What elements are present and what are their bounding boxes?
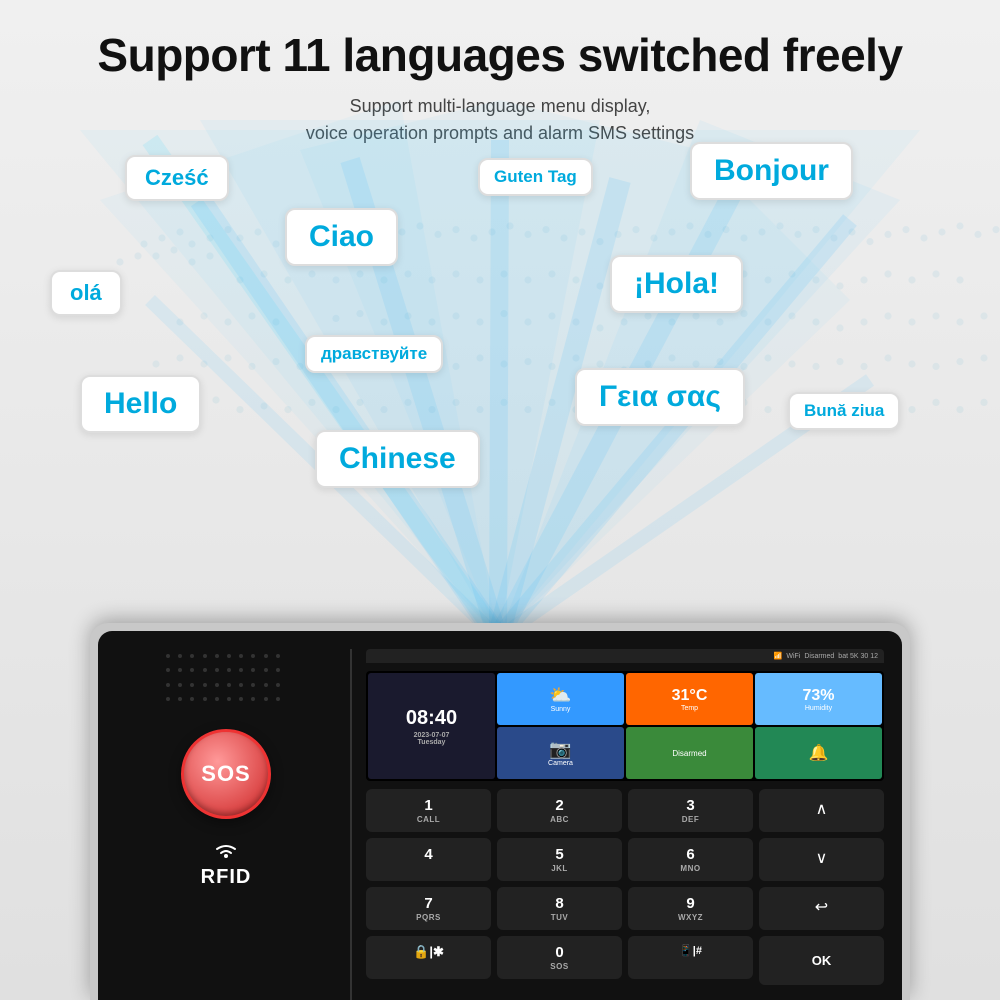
key-4[interactable]: 4 bbox=[366, 838, 491, 881]
screen-disarmed-tile: Disarmed bbox=[626, 727, 753, 779]
key-hash[interactable]: 📱|# bbox=[628, 936, 753, 979]
bubble-zdravstvuyte: дравствуйте bbox=[305, 335, 443, 373]
key-5[interactable]: 5JKL bbox=[497, 838, 622, 881]
key-2[interactable]: 2ABC bbox=[497, 789, 622, 832]
key-7[interactable]: 7PQRS bbox=[366, 887, 491, 930]
bubble-buna-ziua: Bună ziua bbox=[788, 392, 900, 430]
key-9[interactable]: 9WXYZ bbox=[628, 887, 753, 930]
bubble-chinese: Chinese bbox=[315, 430, 480, 488]
middle-panel: 📶 WiFi Disarmed bat 5K 30 12 08:40 2023-… bbox=[366, 649, 884, 1000]
left-panel: // Generate speaker dots via JS after DO… bbox=[116, 649, 336, 909]
screen-alarm-tile: 🔔 bbox=[755, 727, 882, 779]
rfid-text: RFID bbox=[201, 866, 252, 889]
key-lock[interactable]: 🔒|✱ bbox=[366, 936, 491, 979]
screen-temp-tile: 31°C Temp bbox=[626, 673, 753, 725]
key-nav-down[interactable]: ∨ bbox=[759, 838, 884, 881]
key-0[interactable]: 0SOS bbox=[497, 936, 622, 979]
keypad: 1CALL 2ABC 3DEF ∧ 4 bbox=[366, 789, 884, 1000]
screen-humidity-tile: 73% Humidity bbox=[755, 673, 882, 725]
bubble-ciao: Ciao bbox=[285, 208, 398, 266]
bubbles-area: Cześć Ciao Guten Tag Bonjour olá ¡Hola! … bbox=[0, 120, 1000, 620]
bubble-hola: ¡Hola! bbox=[610, 255, 743, 313]
bubble-bonjour: Bonjour bbox=[690, 142, 853, 200]
bubble-guten-tag: Guten Tag bbox=[478, 158, 593, 196]
device-inner: // Generate speaker dots via JS after DO… bbox=[98, 631, 902, 1000]
screen-weather-tile: ⛅ Sunny bbox=[497, 673, 624, 725]
key-ok[interactable]: OK bbox=[759, 936, 884, 985]
bubble-geia-sas: Γεια σας bbox=[575, 368, 745, 426]
page-container: Support 11 languages switched freely Sup… bbox=[0, 0, 1000, 1000]
screen-status-bar: 📶 WiFi Disarmed bat 5K 30 12 bbox=[366, 649, 884, 663]
device-container: // Generate speaker dots via JS after DO… bbox=[90, 623, 910, 1000]
key-1[interactable]: 1CALL bbox=[366, 789, 491, 832]
key-3[interactable]: 3DEF bbox=[628, 789, 753, 832]
panel-divider bbox=[350, 649, 352, 1000]
key-back[interactable]: ↩ bbox=[759, 887, 884, 930]
screen-time-tile: 08:40 2023-07-07 Tuesday bbox=[368, 673, 495, 779]
device-outer: // Generate speaker dots via JS after DO… bbox=[90, 623, 910, 1000]
device-screen: 08:40 2023-07-07 Tuesday ⛅ Sunny 31°C Te… bbox=[366, 671, 884, 781]
bubble-ola: olá bbox=[50, 270, 122, 316]
sos-button[interactable]: SOS bbox=[181, 729, 271, 819]
speaker-grid: // Generate speaker dots via JS after DO… bbox=[166, 654, 286, 709]
key-nav-up[interactable]: ∧ bbox=[759, 789, 884, 832]
rfid-icon bbox=[211, 839, 241, 864]
rfid-label: RFID bbox=[201, 839, 252, 889]
key-8[interactable]: 8TUV bbox=[497, 887, 622, 930]
key-6[interactable]: 6MNO bbox=[628, 838, 753, 881]
bubble-hello: Hello bbox=[80, 375, 201, 433]
bubble-czesć: Cześć bbox=[125, 155, 229, 201]
screen-cam-tile: 📷 Camera bbox=[497, 727, 624, 779]
